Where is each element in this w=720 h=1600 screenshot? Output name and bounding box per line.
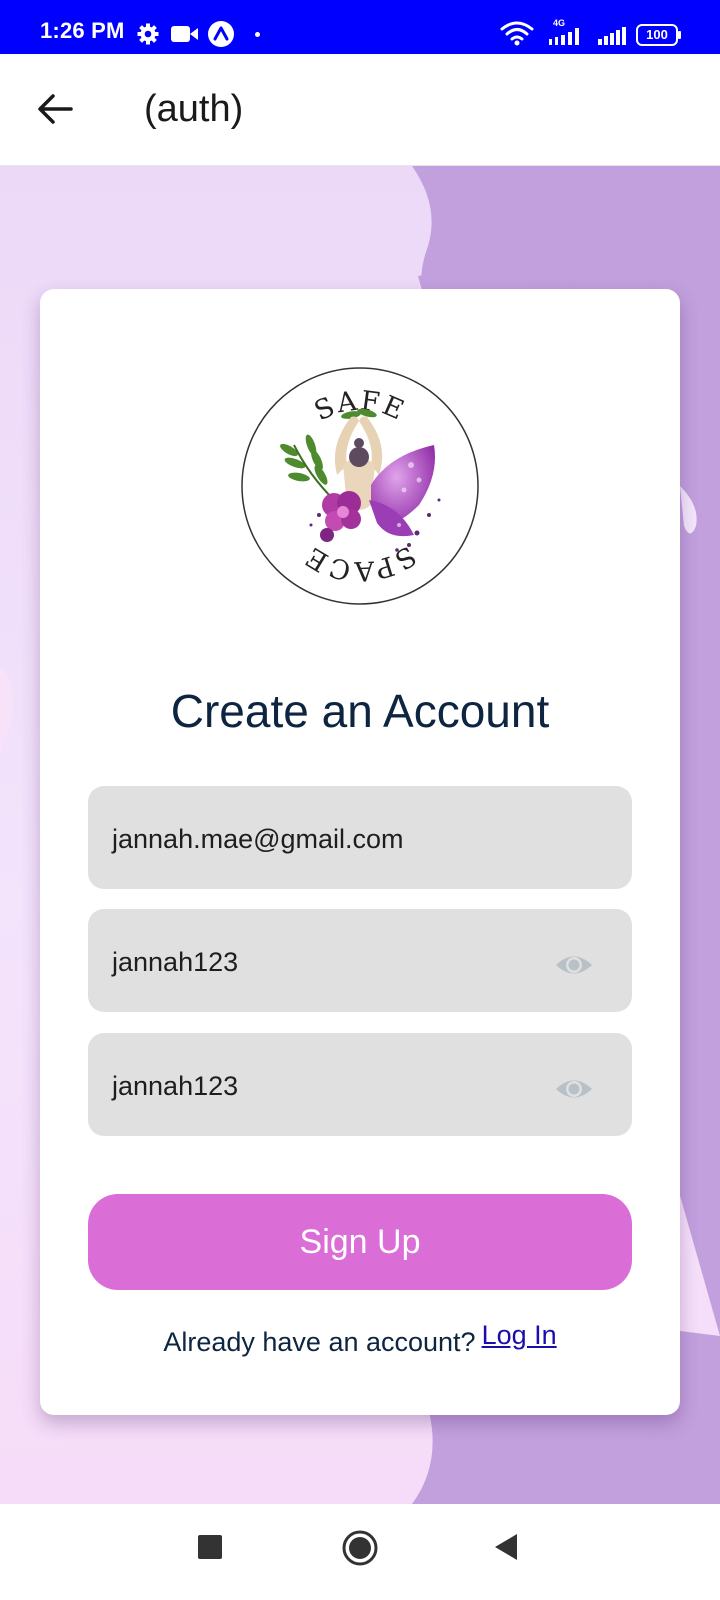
password-field[interactable]: jannah123: [88, 909, 632, 1012]
app-bar: (auth): [0, 54, 720, 166]
page-heading: Create an Account: [170, 685, 550, 737]
notification-dot: [255, 32, 260, 37]
square-recents-icon[interactable]: [197, 1534, 223, 1560]
signal-icon: [598, 27, 626, 45]
expo-icon: [208, 21, 234, 47]
triangle-back-icon[interactable]: [493, 1532, 519, 1562]
back-button[interactable]: [30, 84, 80, 134]
safe-space-logo: SAFE SPACE: [241, 367, 479, 605]
screen-title: (auth): [144, 88, 244, 130]
circle-home-icon[interactable]: [341, 1529, 379, 1567]
email-value: jannah.mae@gmail.com: [112, 824, 404, 854]
status-time: 1:26 PM: [40, 18, 125, 43]
login-link[interactable]: Log In: [482, 1320, 557, 1350]
video-camera-icon: [171, 26, 198, 42]
sign-up-button[interactable]: Sign Up: [88, 1194, 632, 1290]
email-field[interactable]: jannah.mae@gmail.com: [88, 786, 632, 889]
arrow-left-icon: [38, 94, 73, 124]
sign-up-label: Sign Up: [299, 1222, 421, 1261]
eye-icon[interactable]: [554, 952, 594, 978]
wifi-icon: [500, 21, 534, 46]
status-bar: 1:26 PM 4G 100: [0, 0, 720, 54]
confirm-password-value: jannah123: [112, 1071, 239, 1101]
login-prompt-text: Already have an account?: [163, 1327, 476, 1357]
gear-icon: [137, 23, 159, 45]
password-value: jannah123: [112, 947, 239, 977]
eye-icon[interactable]: [554, 1076, 594, 1102]
battery-level: 100: [646, 27, 668, 42]
signup-card: SAFE SPACE Create an Account jannah.mae@…: [40, 289, 680, 1415]
login-prompt: Already have an account? Log In: [40, 1320, 680, 1358]
confirm-password-field[interactable]: jannah123: [88, 1033, 632, 1136]
system-nav-bar: [0, 1504, 720, 1600]
battery-icon: 100: [636, 24, 682, 46]
